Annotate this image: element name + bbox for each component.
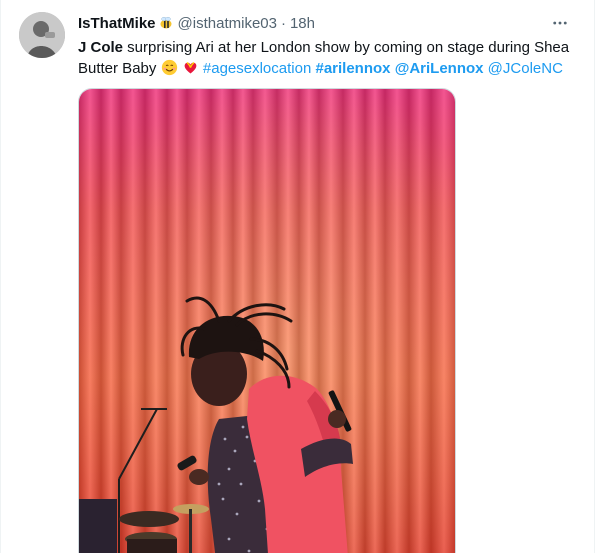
- hashtag-link[interactable]: #arilennox: [315, 60, 390, 77]
- hashtag-link[interactable]: #agesexlocation: [203, 60, 311, 77]
- separator-dot: ·: [280, 14, 286, 32]
- tweet-author-bold: J Cole: [78, 39, 124, 56]
- display-name[interactable]: IsThatMike: [78, 15, 156, 32]
- smiling-face-with-hearts-emoji-icon: [161, 59, 178, 76]
- bee-emoji-icon: [158, 15, 174, 31]
- tweet-text: J Cole surprising Ari at her London show…: [78, 37, 578, 79]
- more-horizontal-icon: [553, 21, 567, 25]
- handle[interactable]: @isthatmike03: [178, 15, 277, 32]
- more-options-button[interactable]: [546, 12, 574, 34]
- tweet-card[interactable]: IsThatMike @isthatmike03 · 18h J Cole su…: [0, 0, 595, 553]
- tweet-header: IsThatMike @isthatmike03 · 18h: [78, 12, 580, 34]
- mention-link[interactable]: @JColeNC: [488, 60, 563, 77]
- mention-link[interactable]: @AriLennox: [395, 60, 484, 77]
- timestamp[interactable]: 18h: [290, 15, 315, 32]
- concert-photo: [79, 89, 455, 553]
- avatar[interactable]: [19, 12, 65, 58]
- heart-with-ribbon-emoji-icon: [182, 59, 199, 76]
- tweet-media-photo[interactable]: [78, 88, 456, 553]
